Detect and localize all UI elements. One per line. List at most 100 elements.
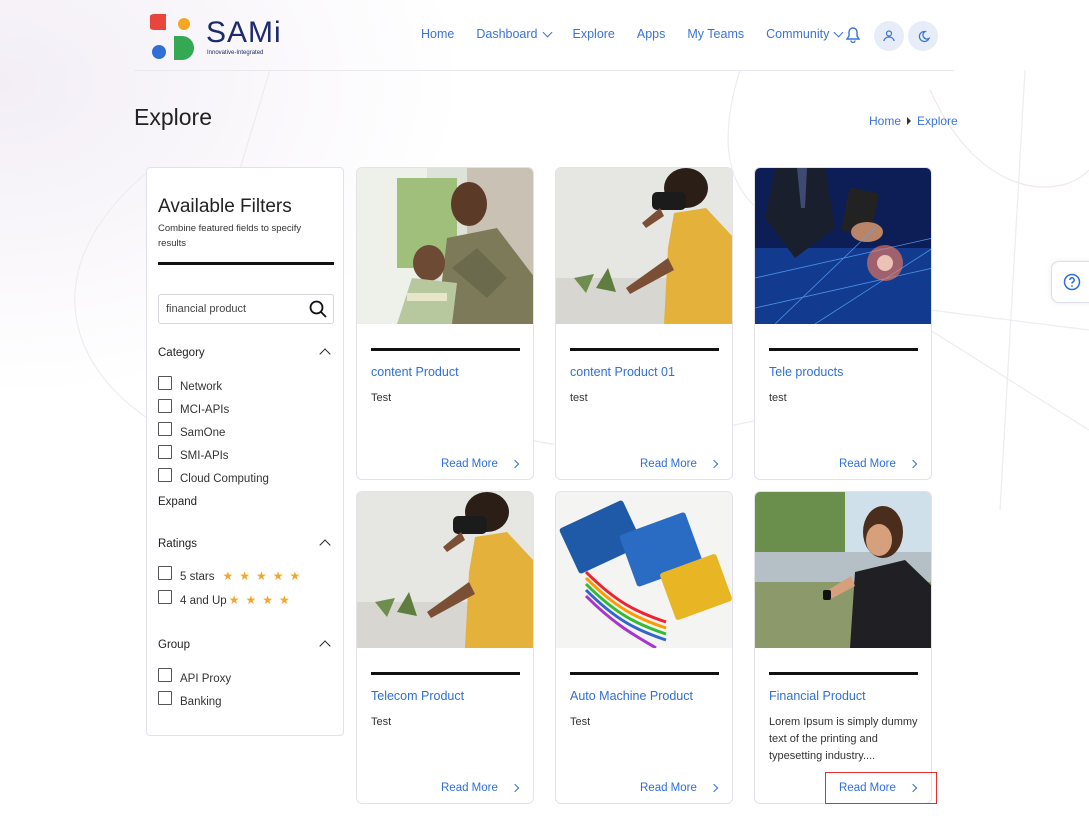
product-card[interactable]: content Product Test Read More	[356, 167, 534, 480]
nav-explore[interactable]: Explore	[573, 27, 615, 41]
nav-home[interactable]: Home	[421, 27, 454, 41]
card-description: Test	[371, 392, 392, 404]
card-divider	[371, 348, 520, 351]
breadcrumb-current: Explore	[917, 114, 958, 128]
checkbox[interactable]	[158, 690, 172, 705]
top-nav: Home Dashboard Explore Apps My Teams Com…	[410, 27, 853, 41]
rating-option[interactable]: 5 stars ★★★★★	[158, 565, 307, 583]
filters-subtitle: Combine featured fields to specify resul…	[158, 223, 302, 249]
card-title[interactable]: Financial Product	[769, 689, 866, 703]
card-title[interactable]: content Product 01	[570, 365, 675, 379]
page-title: Explore	[134, 104, 212, 130]
checkbox[interactable]	[158, 421, 172, 436]
read-more-link[interactable]: Read More	[441, 782, 520, 794]
chevron-right-icon	[510, 459, 520, 469]
product-card[interactable]: Financial Product Lorem Ipsum is simply …	[754, 491, 932, 804]
search-input[interactable]: financial product	[158, 294, 334, 324]
card-title[interactable]: Tele products	[769, 365, 843, 379]
rating-option[interactable]: 4 and Up ★★★★	[158, 589, 296, 607]
group-option[interactable]: Banking	[158, 690, 222, 708]
read-more-link[interactable]: Read More	[441, 458, 520, 470]
checkbox[interactable]	[158, 467, 172, 482]
category-expand-link[interactable]: Expand	[158, 496, 197, 508]
chevron-up-icon[interactable]	[319, 640, 331, 652]
card-title[interactable]: Telecom Product	[371, 689, 464, 703]
chevron-right-icon	[709, 783, 719, 793]
chevron-down-icon	[542, 27, 552, 38]
read-more-label: Read More	[441, 782, 498, 794]
nav-dashboard[interactable]: Dashboard	[476, 27, 552, 41]
read-more-label: Read More	[839, 458, 896, 470]
star-icons: ★★★★★	[222, 569, 307, 583]
vr-headset-photo	[556, 168, 732, 324]
nav-apps-label: Apps	[636, 27, 666, 41]
nav-dashboard-label: Dashboard	[476, 27, 538, 41]
breadcrumb-home[interactable]: Home	[869, 114, 901, 128]
nav-community[interactable]: Community	[766, 27, 844, 41]
card-description: Lorem Ipsum is simply dummy text of the …	[769, 716, 918, 762]
ratings-header[interactable]: Ratings	[158, 538, 197, 550]
checkbox[interactable]	[158, 375, 172, 390]
brand-logo[interactable]: SAMi Innovative-Integrated	[148, 12, 290, 62]
card-divider	[769, 672, 918, 675]
category-option-label: Cloud Computing	[180, 473, 269, 485]
mother-hugging-child-photo	[357, 168, 533, 324]
product-card[interactable]: Tele products test Read More	[754, 167, 932, 480]
read-more-link[interactable]: Read More	[640, 782, 719, 794]
profile-button[interactable]	[874, 21, 904, 51]
nav-apps[interactable]: Apps	[637, 27, 666, 41]
card-divider	[570, 672, 719, 675]
checkbox[interactable]	[158, 444, 172, 459]
category-option-label: Network	[180, 381, 223, 393]
notifications-button[interactable]	[845, 27, 861, 48]
group-header[interactable]: Group	[158, 639, 190, 651]
user-icon	[883, 30, 895, 42]
nav-my-teams-label: My Teams	[687, 27, 745, 41]
card-title[interactable]: Auto Machine Product	[570, 689, 693, 703]
group-option-label: Banking	[180, 696, 222, 708]
card-description: Test	[570, 716, 591, 728]
nav-my-teams[interactable]: My Teams	[687, 27, 744, 41]
theme-toggle-button[interactable]	[908, 21, 938, 51]
product-card[interactable]: Telecom Product Test Read More	[356, 491, 534, 804]
category-option[interactable]: SamOne	[158, 421, 226, 439]
bell-icon	[845, 27, 861, 44]
category-option-label: SamOne	[180, 427, 226, 439]
checkbox[interactable]	[158, 398, 172, 413]
chevron-up-icon[interactable]	[319, 348, 331, 360]
category-header[interactable]: Category	[158, 347, 205, 359]
read-more-link[interactable]: Read More	[839, 458, 918, 470]
chevron-up-icon[interactable]	[319, 539, 331, 551]
logo-mark-icon	[148, 14, 194, 60]
brand-tagline: Innovative-Integrated	[207, 50, 264, 56]
header-divider	[134, 70, 954, 71]
nav-home-label: Home	[421, 27, 455, 41]
card-title[interactable]: content Product	[371, 365, 459, 379]
category-option[interactable]: Cloud Computing	[158, 467, 269, 485]
nav-community-label: Community	[766, 27, 830, 41]
checkbox[interactable]	[158, 565, 172, 580]
vr-headset-photo	[357, 492, 533, 648]
filters-divider	[158, 262, 334, 265]
category-option[interactable]: SMI-APIs	[158, 444, 229, 462]
search-icon[interactable]	[309, 300, 327, 318]
checkbox[interactable]	[158, 667, 172, 682]
read-more-label: Read More	[640, 782, 697, 794]
card-description: test	[769, 392, 787, 404]
focus-highlight	[825, 772, 937, 804]
product-card[interactable]: content Product 01 test Read More	[555, 167, 733, 480]
circuit-boards-photo	[556, 492, 732, 648]
chevron-down-icon	[833, 27, 844, 38]
help-button[interactable]	[1051, 261, 1089, 303]
group-option[interactable]: API Proxy	[158, 667, 232, 685]
group-option-label: API Proxy	[180, 673, 232, 685]
rating-option-label: 5 stars	[180, 571, 215, 583]
read-more-label: Read More	[441, 458, 498, 470]
checkbox[interactable]	[158, 589, 172, 604]
read-more-link[interactable]: Read More	[640, 458, 719, 470]
category-option[interactable]: MCI-APIs	[158, 398, 229, 416]
product-card[interactable]: Auto Machine Product Test Read More	[555, 491, 733, 804]
search-value: financial product	[166, 303, 247, 315]
category-option[interactable]: Network	[158, 375, 223, 393]
rating-option-label: 4 and Up	[180, 595, 227, 607]
